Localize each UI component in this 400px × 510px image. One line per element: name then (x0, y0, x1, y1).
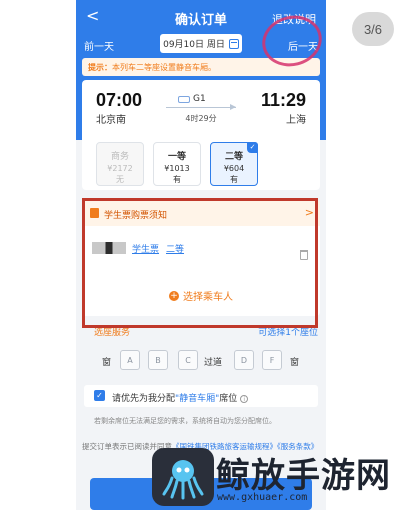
train-icon (178, 95, 190, 103)
train-number[interactable]: G1 (178, 94, 206, 104)
watermark-logo (152, 448, 214, 506)
seat-class-stock: 有 (230, 175, 238, 184)
seat-class-second[interactable]: ✓ 二等 ¥604 有 (210, 142, 258, 186)
tip-text: 本列车二等座设置静音车厢。 (112, 63, 216, 72)
preference-highlight: "静音车厢" (175, 394, 220, 404)
highlight-box (82, 198, 318, 328)
seat-f-button[interactable]: F (262, 350, 282, 370)
arrival-station: 上海 (286, 115, 306, 126)
window-label-right: 窗 (290, 358, 300, 368)
selected-check-icon: ✓ (247, 142, 258, 153)
seat-class-name: 一等 (167, 152, 186, 162)
preference-note: 若剩余席位无法满足您的需求，系统将自动为您分配席位。 (94, 417, 276, 425)
seat-class-first[interactable]: 一等 ¥1013 有 (153, 142, 201, 186)
calendar-icon (228, 38, 239, 49)
seat-d-button[interactable]: D (234, 350, 254, 370)
preference-checkbox[interactable]: ✓ (94, 390, 105, 401)
route-arrow-icon (166, 104, 236, 110)
train-info-card: 07:00 北京南 G1 4时29分 11:29 上海 商务 ¥2172 无 一… (82, 80, 320, 190)
preference-text-before: 请优先为我分配 (112, 394, 176, 404)
window-label-left: 窗 (102, 358, 112, 368)
arrival-time: 11:29 (260, 90, 306, 110)
departure-time: 07:00 (96, 90, 143, 110)
preference-text: 请优先为我分配"静音车厢"席位 i (112, 391, 249, 404)
seat-class-business[interactable]: 商务 ¥2172 无 (96, 142, 144, 186)
seat-class-stock: 有 (173, 175, 181, 184)
info-icon[interactable]: i (240, 395, 249, 403)
seat-b-button[interactable]: B (148, 350, 168, 370)
seat-c-button[interactable]: C (178, 350, 198, 370)
aisle-label: 过道 (204, 358, 223, 368)
seat-class-price: ¥1013 (164, 164, 190, 173)
page-counter-badge: 3/6 (352, 12, 394, 46)
watermark-url: www.gxhuaer.com (217, 492, 308, 503)
date-text: 09月10日 周日 (163, 40, 225, 50)
screenshot-stage: 3/6 < 确认订单 退改说明 前一天 09月10日 周日 后一天 提示：本列车… (0, 0, 400, 510)
travel-duration: 4时29分 (185, 114, 217, 123)
seat-class-price: ¥604 (223, 164, 245, 173)
quiet-car-preference[interactable]: ✓ 请优先为我分配"静音车厢"席位 i (84, 385, 318, 407)
prev-day-button[interactable]: 前一天 (84, 38, 114, 53)
train-number-text: G1 (193, 94, 206, 104)
octopus-logo-icon (162, 460, 204, 500)
seat-map: 窗 A B C 过道 D F 窗 (76, 350, 326, 372)
date-picker[interactable]: 09月10日 周日 (160, 34, 242, 53)
preference-text-after: 席位 (219, 394, 238, 404)
watermark-title: 鲸放手游网 (216, 456, 391, 496)
seat-class-name: 商务 (110, 152, 129, 162)
tip-label: 提示： (88, 63, 112, 72)
seat-class-stock: 无 (116, 175, 124, 184)
seat-a-button[interactable]: A (120, 350, 140, 370)
seat-class-price: ¥2172 (107, 164, 133, 173)
